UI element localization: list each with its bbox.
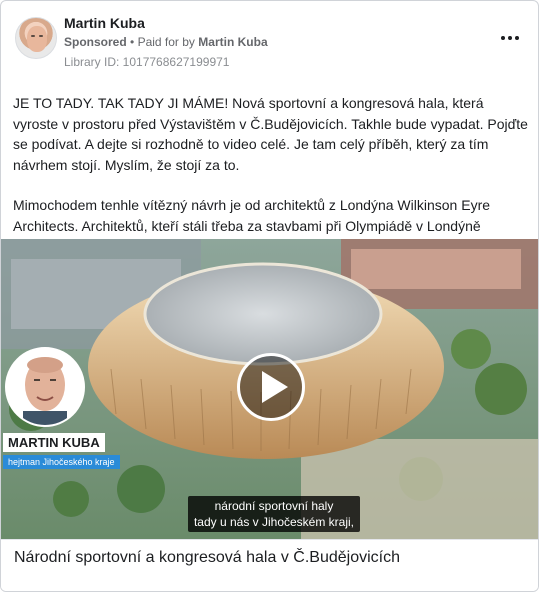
ad-card: Martin Kuba Sponsored • Paid for by Mart… xyxy=(0,0,539,592)
more-dot xyxy=(508,36,512,40)
body-paragraph-1: JE TO TADY. TAK TADY JI MÁME! Nová sport… xyxy=(13,95,528,173)
avatar-eye-right xyxy=(39,35,43,37)
speaker-face-icon xyxy=(7,349,83,425)
avatar-face xyxy=(27,26,47,52)
speaker-portrait xyxy=(5,347,85,427)
more-dot xyxy=(515,36,519,40)
avatar-eye-left xyxy=(31,35,35,37)
sponsored-meta: Sponsored • Paid for by Martin Kuba xyxy=(64,35,268,49)
speaker-title: hejtman Jihočeského kraje xyxy=(3,455,120,469)
ad-header: Martin Kuba Sponsored • Paid for by Mart… xyxy=(13,11,528,73)
play-icon[interactable] xyxy=(237,353,305,421)
ad-footer[interactable]: Národní sportovní a kongresová hala v Č.… xyxy=(1,539,538,591)
more-dot xyxy=(501,36,505,40)
speaker-nameplate: MARTIN KUBA hejtman Jihočeského kraje xyxy=(3,433,120,470)
sponsored-label: Sponsored xyxy=(64,35,127,49)
page-name[interactable]: Martin Kuba xyxy=(64,15,145,31)
paid-for-prefix: Paid for by xyxy=(137,35,195,49)
paid-for-name[interactable]: Martin Kuba xyxy=(198,35,267,49)
library-id: Library ID: 1017768627199971 xyxy=(64,55,230,69)
speaker-name: MARTIN KUBA xyxy=(3,433,105,452)
play-triangle xyxy=(262,371,288,403)
meta-separator: • xyxy=(130,35,138,49)
more-horizontal-icon[interactable] xyxy=(496,29,524,47)
video-thumbnail[interactable]: MARTIN KUBA hejtman Jihočeského kraje ná… xyxy=(1,239,538,539)
link-title[interactable]: Národní sportovní a kongresová hala v Č.… xyxy=(14,549,400,567)
video-subtitle: národní sportovní haly tady u nás v Jiho… xyxy=(179,496,369,532)
subtitle-text: národní sportovní haly tady u nás v Jiho… xyxy=(187,496,361,532)
page-avatar[interactable] xyxy=(15,17,57,59)
